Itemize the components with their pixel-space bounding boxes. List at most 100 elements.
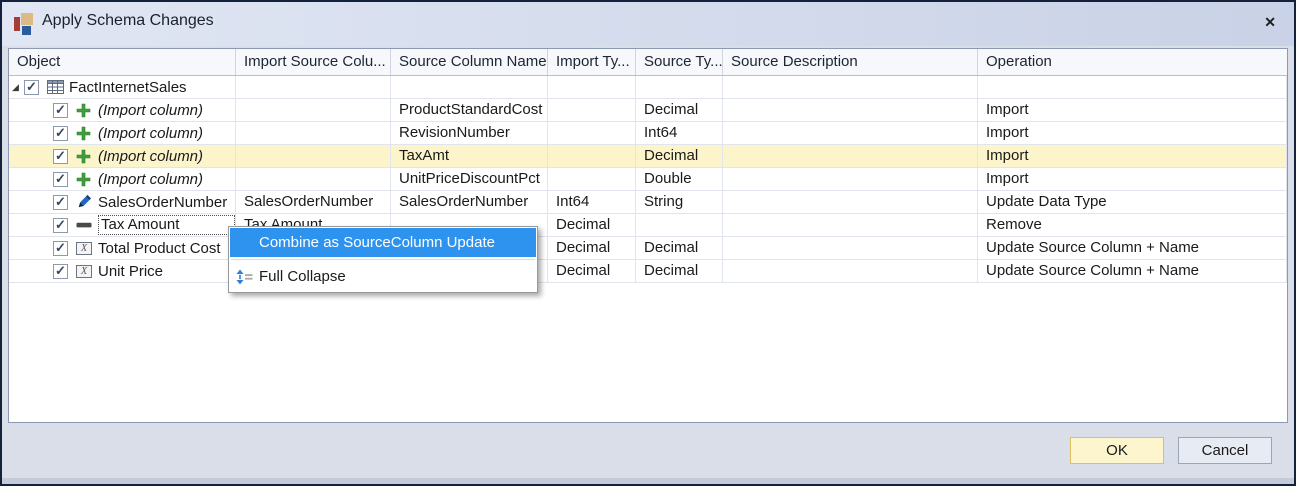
edit-icon: [76, 194, 93, 211]
add-icon: [76, 102, 93, 119]
source-description-cell: [723, 237, 978, 259]
app-icon-blue-square: [22, 26, 31, 35]
expander-icon[interactable]: [12, 81, 24, 93]
import-type-cell: Decimal: [548, 237, 636, 259]
close-icon[interactable]: ✕: [1264, 12, 1276, 32]
import-source-column-cell: [236, 145, 391, 167]
source-type-cell: Int64: [636, 122, 723, 144]
add-icon: [76, 171, 93, 188]
checkbox[interactable]: [53, 263, 68, 279]
source-column-name-cell: UnitPriceDiscountPct: [391, 168, 548, 190]
source-type-cell: Decimal: [636, 99, 723, 121]
source-column-name-cell: RevisionNumber: [391, 122, 548, 144]
column-header-import-source-column[interactable]: Import Source Colu...: [236, 49, 391, 75]
operation-cell: Import: [978, 168, 1287, 190]
window-bottom-edge: [2, 478, 1294, 484]
checkbox[interactable]: [53, 102, 68, 118]
source-description-cell: [723, 168, 978, 190]
object-cell: Total Product Cost: [9, 237, 236, 259]
cancel-button[interactable]: Cancel: [1178, 437, 1272, 464]
remove-icon: [76, 217, 93, 234]
table-row[interactable]: SalesOrderNumber SalesOrderNumber SalesO…: [9, 191, 1287, 214]
source-description-cell: [723, 191, 978, 213]
object-label: (Import column): [98, 124, 204, 142]
menu-item-full-collapse[interactable]: Full Collapse: [230, 262, 536, 291]
app-icon-red-square: [14, 17, 20, 31]
source-description-cell: [723, 99, 978, 121]
column-header-source-description[interactable]: Source Description: [723, 49, 978, 75]
object-label: (Import column): [98, 101, 204, 119]
checkbox[interactable]: [53, 194, 68, 210]
import-type-cell: Decimal: [548, 214, 636, 236]
source-type-cell: [636, 214, 723, 236]
grid-header-row: Object Import Source Colu... Source Colu…: [9, 49, 1287, 76]
table-row-focused[interactable]: Tax Amount Tax Amount Decimal Remove: [9, 214, 1287, 237]
object-label: SalesOrderNumber: [98, 193, 228, 211]
menu-separator: [231, 259, 535, 260]
import-type-cell: [548, 99, 636, 121]
add-icon: [76, 148, 93, 165]
column-header-source-column-name[interactable]: Source Column Name: [391, 49, 548, 75]
import-type-cell: [548, 168, 636, 190]
object-cell: SalesOrderNumber: [9, 191, 236, 213]
source-type-cell: Decimal: [636, 237, 723, 259]
object-cell: (Import column): [9, 145, 236, 167]
title-bar: Apply Schema Changes ✕: [2, 2, 1294, 46]
source-type-cell: Decimal: [636, 260, 723, 282]
app-icon: [14, 13, 35, 35]
checkbox[interactable]: [53, 217, 68, 233]
source-column-name-cell: ProductStandardCost: [391, 99, 548, 121]
operation-cell: Remove: [978, 214, 1287, 236]
object-label: Tax Amount: [98, 215, 235, 235]
source-description-cell: [723, 76, 978, 98]
table-row[interactable]: (Import column) RevisionNumber Int64 Imp…: [9, 122, 1287, 145]
column-header-source-type[interactable]: Source Ty...: [636, 49, 723, 75]
source-description-cell: [723, 214, 978, 236]
ok-button[interactable]: OK: [1070, 437, 1164, 464]
object-label: FactInternetSales: [69, 78, 187, 96]
object-label: (Import column): [98, 147, 204, 165]
import-type-cell: Decimal: [548, 260, 636, 282]
object-cell: (Import column): [9, 122, 236, 144]
source-description-cell: [723, 122, 978, 144]
checkbox[interactable]: [53, 148, 68, 164]
collapse-icon: [236, 269, 253, 285]
import-source-column-cell: [236, 99, 391, 121]
object-cell: Unit Price: [9, 260, 236, 282]
table-row[interactable]: (Import column) ProductStandardCost Deci…: [9, 99, 1287, 122]
object-cell: Tax Amount: [9, 214, 236, 236]
object-cell: (Import column): [9, 99, 236, 121]
table-row[interactable]: Unit Price Decimal Decimal Update Source…: [9, 260, 1287, 283]
source-column-name-cell: [391, 76, 548, 98]
checkbox[interactable]: [53, 125, 68, 141]
checkbox[interactable]: [53, 240, 68, 256]
add-icon: [76, 125, 93, 142]
table-row-highlighted[interactable]: (Import column) TaxAmt Decimal Import: [9, 145, 1287, 168]
source-type-cell: Decimal: [636, 145, 723, 167]
checkbox[interactable]: [24, 79, 39, 95]
object-label: Unit Price: [98, 262, 164, 280]
object-cell: (Import column): [9, 168, 236, 190]
table-icon: [47, 79, 64, 96]
menu-item-combine-as-sourcecolumn-update[interactable]: Combine as SourceColumn Update: [230, 228, 536, 257]
source-type-cell: Double: [636, 168, 723, 190]
operation-cell: Update Source Column + Name: [978, 260, 1287, 282]
operation-cell: Import: [978, 145, 1287, 167]
object-label: Total Product Cost: [98, 239, 221, 257]
operation-cell: Import: [978, 122, 1287, 144]
column-header-import-type[interactable]: Import Ty...: [548, 49, 636, 75]
table-row[interactable]: Total Product Cost Decimal Decimal Updat…: [9, 237, 1287, 260]
object-label: (Import column): [98, 170, 204, 188]
checkbox[interactable]: [53, 171, 68, 187]
table-row[interactable]: (Import column) UnitPriceDiscountPct Dou…: [9, 168, 1287, 191]
table-row[interactable]: FactInternetSales: [9, 76, 1287, 99]
operation-cell: Update Data Type: [978, 191, 1287, 213]
source-column-name-cell: TaxAmt: [391, 145, 548, 167]
column-header-object[interactable]: Object: [9, 49, 236, 75]
import-type-cell: [548, 76, 636, 98]
import-source-column-cell: [236, 168, 391, 190]
source-type-cell: [636, 76, 723, 98]
column-header-operation[interactable]: Operation: [978, 49, 1287, 75]
window-title: Apply Schema Changes: [42, 12, 214, 29]
source-description-cell: [723, 260, 978, 282]
